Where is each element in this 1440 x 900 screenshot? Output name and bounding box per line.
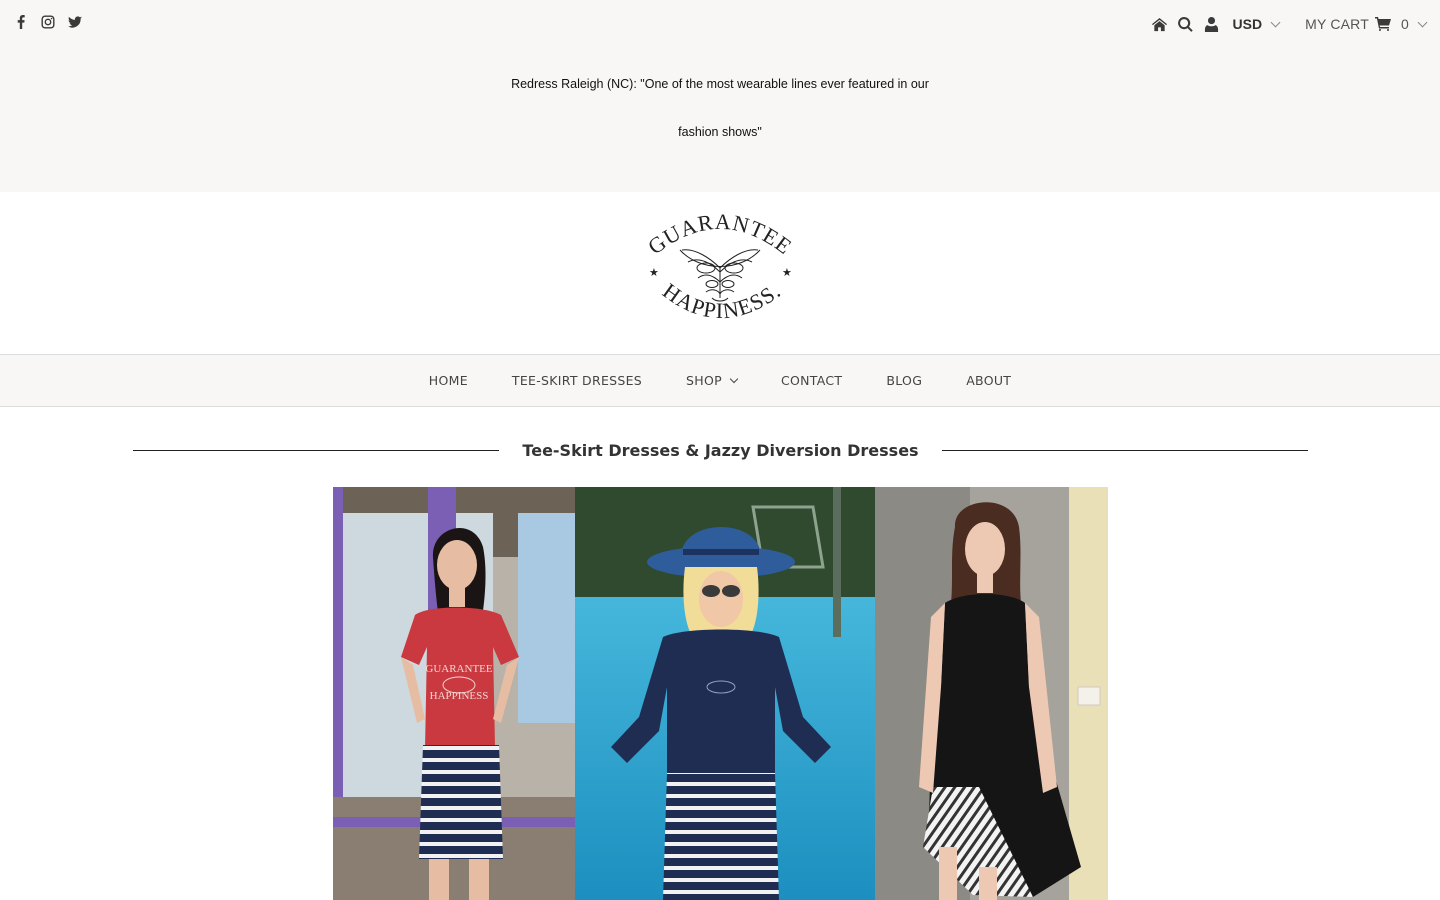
hero-image[interactable]: GUARANTEE HAPPINESS bbox=[333, 487, 1108, 900]
site-logo[interactable]: GUARANTEE HAPPINESS. ★ ★ bbox=[640, 209, 800, 332]
currency-value: USD bbox=[1232, 16, 1263, 32]
search-icon[interactable] bbox=[1177, 15, 1195, 33]
announcement-bar: Redress Raleigh (NC): "One of the most w… bbox=[0, 60, 1440, 156]
social-links bbox=[13, 13, 83, 31]
facebook-icon[interactable] bbox=[13, 13, 29, 31]
home-icon[interactable] bbox=[1151, 15, 1169, 33]
photo-black-diversion-dress bbox=[875, 487, 1108, 900]
photo-navy-long-sleeve-dress bbox=[575, 487, 875, 900]
nav-item-contact[interactable]: CONTACT bbox=[781, 373, 842, 388]
top-bar: USD MY CART 0 Redress Raleigh (NC): "One… bbox=[0, 0, 1440, 192]
instagram-icon[interactable] bbox=[40, 13, 56, 31]
svg-text:GUARANTEE: GUARANTEE bbox=[643, 212, 797, 259]
photo-red-tee-dress: GUARANTEE HAPPINESS bbox=[333, 487, 575, 900]
cart-label: MY CART bbox=[1305, 16, 1369, 32]
user-icon[interactable] bbox=[1203, 15, 1221, 33]
announcement-text: Redress Raleigh (NC): "One of the most w… bbox=[511, 77, 929, 139]
nav-item-blog[interactable]: BLOG bbox=[886, 373, 922, 388]
nav-item-about[interactable]: ABOUT bbox=[966, 373, 1011, 388]
nav-item-home[interactable]: HOME bbox=[429, 373, 468, 388]
nav-item-shop[interactable]: SHOP bbox=[686, 373, 739, 388]
site-header: GUARANTEE HAPPINESS. ★ ★ bbox=[0, 192, 1440, 354]
utility-nav: USD MY CART 0 bbox=[1143, 14, 1428, 34]
divider-right bbox=[941, 449, 1308, 451]
nav-item-shop-label: SHOP bbox=[686, 373, 722, 388]
twitter-icon[interactable] bbox=[67, 13, 83, 31]
cart-icon bbox=[1375, 16, 1393, 32]
nav-item-tee-skirt-dresses[interactable]: TEE-SKIRT DRESSES bbox=[512, 373, 642, 388]
main-nav: HOME TEE-SKIRT DRESSES SHOP CONTACT BLOG… bbox=[0, 354, 1440, 407]
svg-text:HAPPINESS: HAPPINESS bbox=[430, 690, 489, 702]
section-title: Tee-Skirt Dresses & Jazzy Diversion Dres… bbox=[522, 440, 919, 460]
cart-button[interactable]: MY CART 0 bbox=[1305, 16, 1428, 32]
chevron-down-icon bbox=[1417, 17, 1428, 27]
cart-count: 0 bbox=[1401, 16, 1409, 32]
svg-text:★: ★ bbox=[782, 266, 792, 279]
section-heading: Tee-Skirt Dresses & Jazzy Diversion Dres… bbox=[133, 436, 1308, 464]
svg-text:★: ★ bbox=[649, 266, 659, 279]
chevron-down-icon bbox=[729, 374, 739, 384]
currency-selector[interactable]: USD bbox=[1232, 16, 1281, 32]
chevron-down-icon bbox=[1270, 17, 1281, 27]
svg-text:GUARANTEE: GUARANTEE bbox=[425, 663, 492, 675]
divider-left bbox=[133, 449, 500, 451]
